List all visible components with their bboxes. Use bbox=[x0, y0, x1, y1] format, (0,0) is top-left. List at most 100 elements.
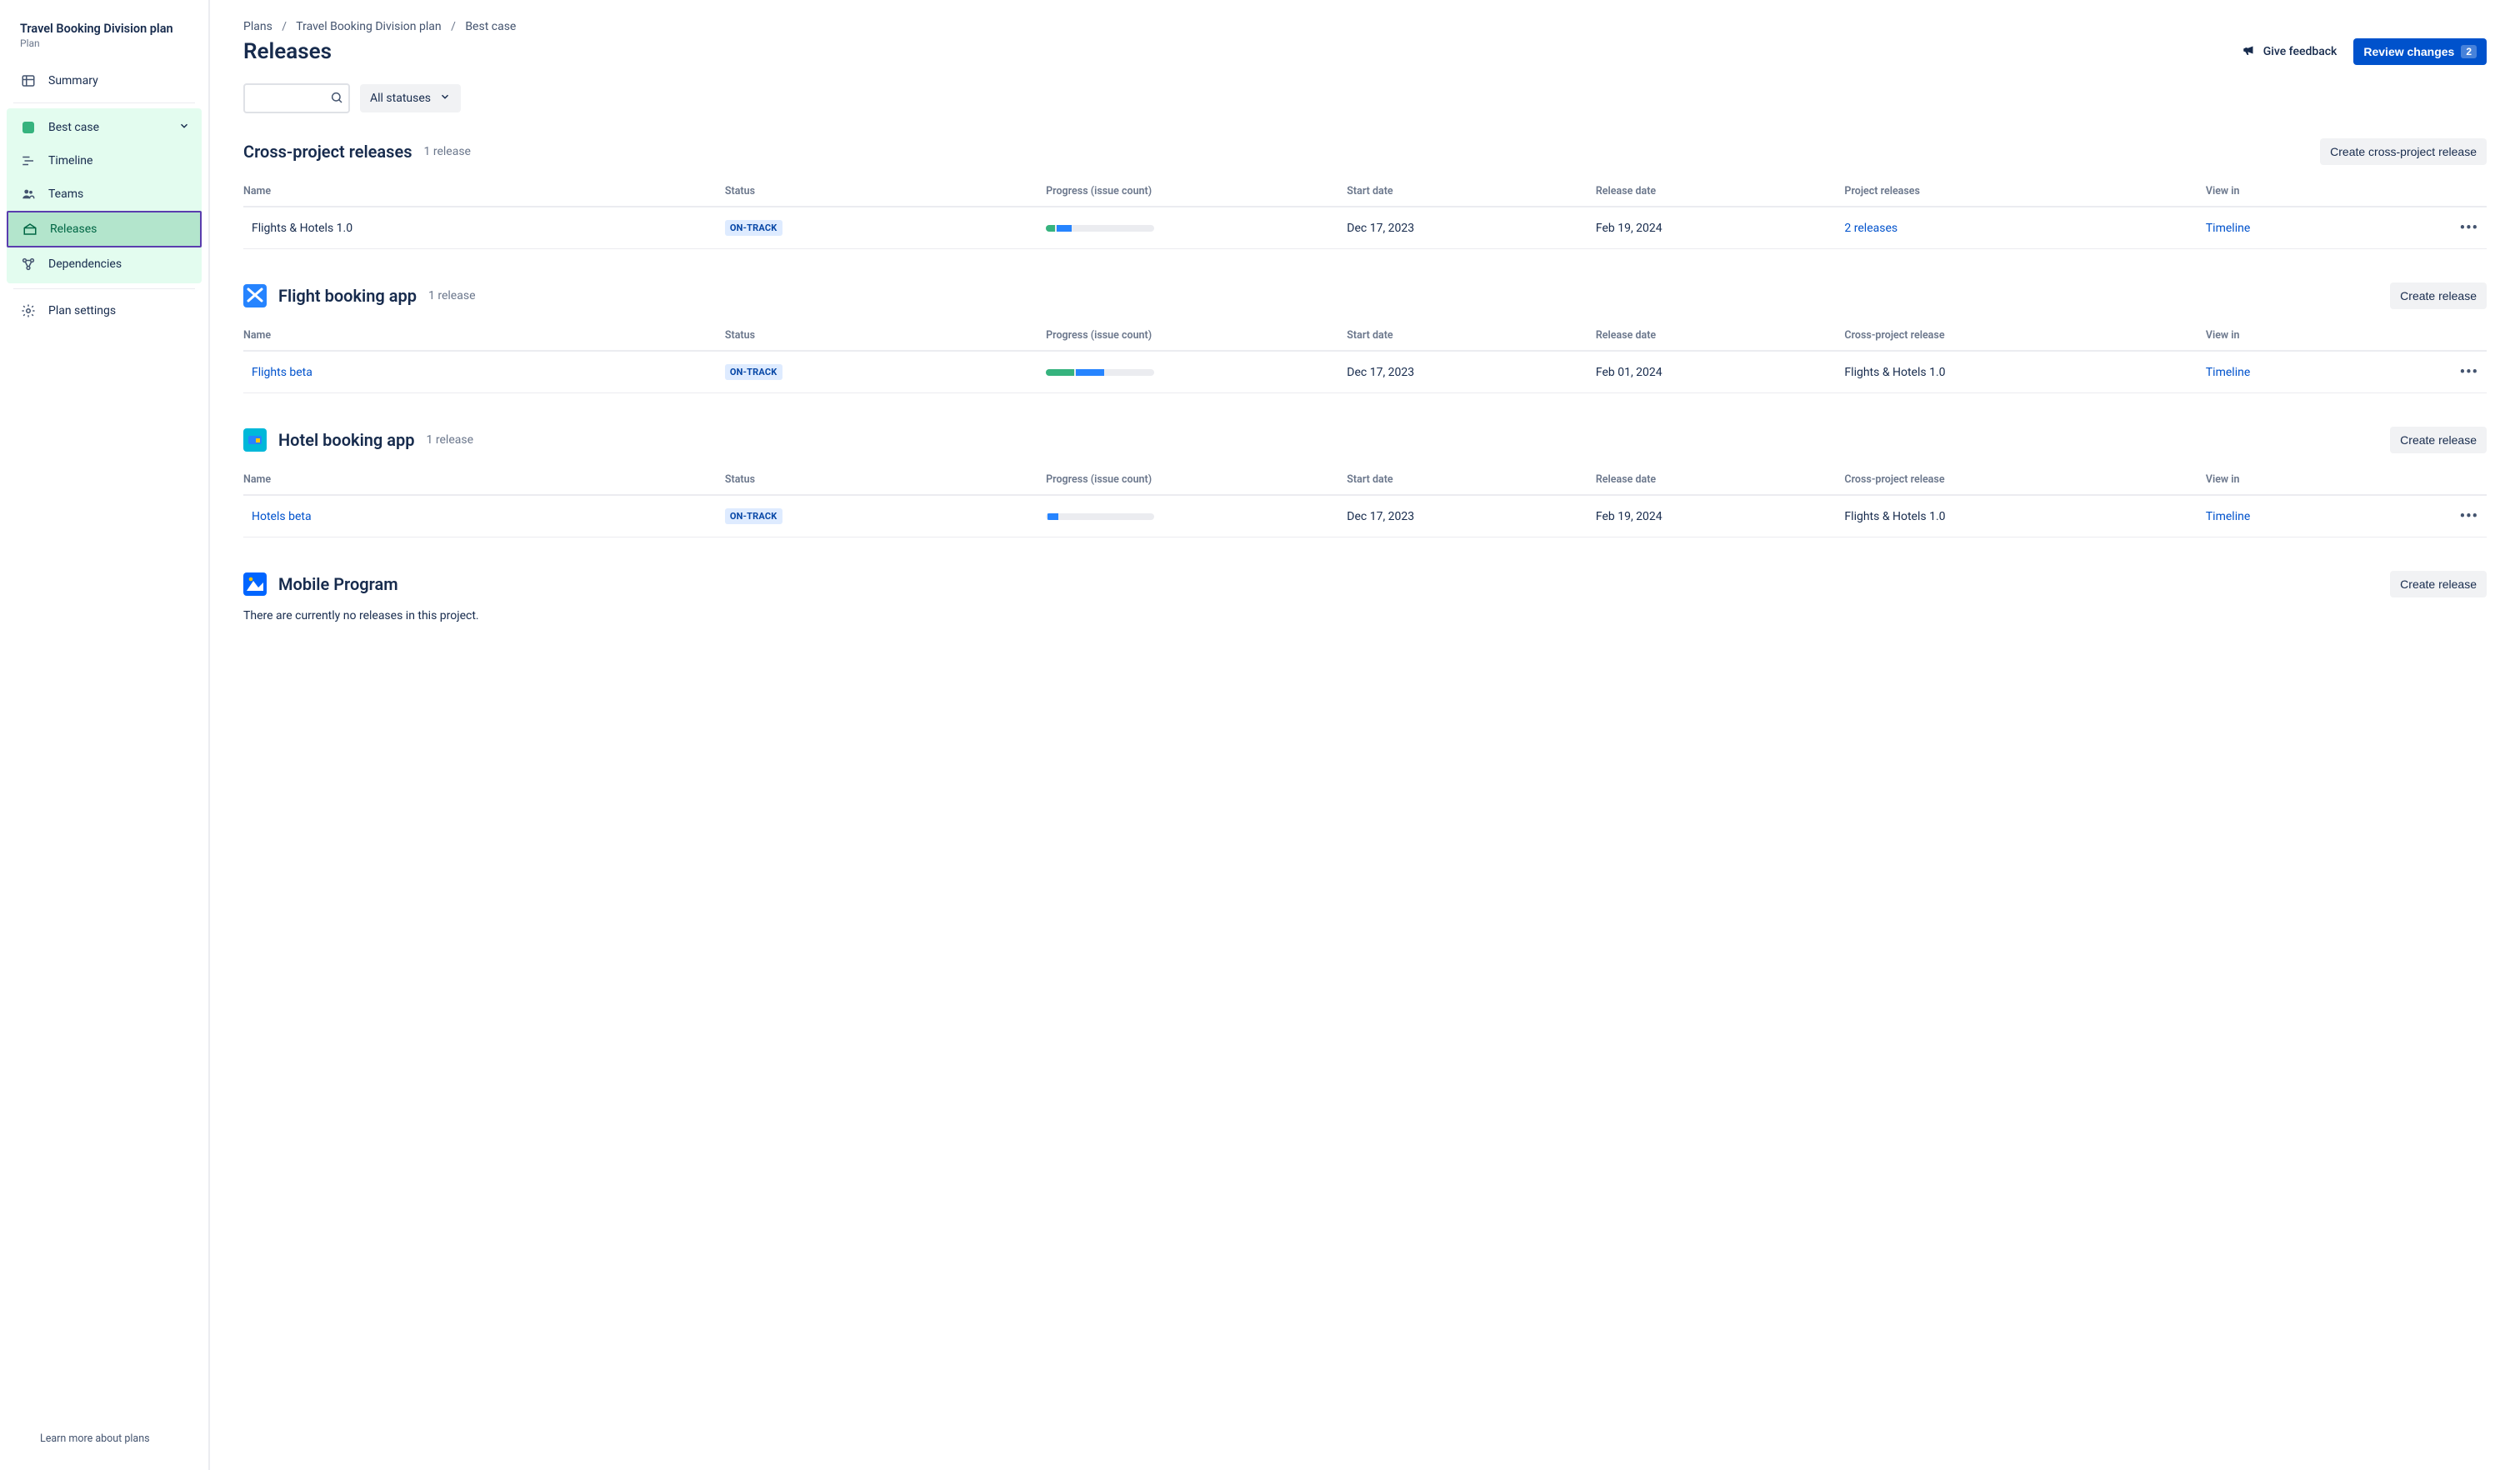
table-row: Hotels betaON-TRACKDec 17, 2023Feb 19, 2… bbox=[243, 495, 2487, 538]
cross-project-release-value: Flights & Hotels 1.0 bbox=[1844, 366, 1945, 379]
review-changes-button[interactable]: Review changes 2 bbox=[2353, 38, 2487, 65]
search-box bbox=[243, 83, 350, 113]
progress-inprogress bbox=[1048, 513, 1058, 520]
cell-progress bbox=[1046, 351, 1347, 393]
sidebar-item-dependencies[interactable]: Dependencies bbox=[7, 248, 202, 281]
nav-divider bbox=[13, 102, 195, 103]
sidebar-item-timeline[interactable]: Timeline bbox=[7, 144, 202, 178]
section-title: Cross-project releases bbox=[243, 142, 412, 162]
more-actions-button[interactable]: ••• bbox=[2460, 219, 2478, 237]
page-actions: Give feedback Review changes 2 bbox=[2242, 38, 2487, 65]
breadcrumb-item[interactable]: Plans bbox=[243, 20, 272, 33]
view-in-timeline-link[interactable]: Timeline bbox=[2206, 366, 2250, 379]
cell-name: Flights & Hotels 1.0 bbox=[243, 207, 725, 249]
view-in-timeline-link[interactable]: Timeline bbox=[2206, 222, 2250, 235]
breadcrumb: Plans / Travel Booking Division plan / B… bbox=[243, 20, 2487, 33]
table-row: Flights & Hotels 1.0ON-TRACKDec 17, 2023… bbox=[243, 207, 2487, 249]
status-filter-dropdown[interactable]: All statuses bbox=[360, 84, 461, 112]
plan-title: Travel Booking Division plan bbox=[20, 22, 188, 36]
create-release-button[interactable]: Create release bbox=[2390, 282, 2487, 309]
project-icon bbox=[243, 284, 267, 308]
cell-start-date: Dec 17, 2023 bbox=[1347, 351, 1596, 393]
cross-project-release-value: Flights & Hotels 1.0 bbox=[1844, 510, 1945, 523]
section-release-count: 1 release bbox=[424, 145, 471, 158]
page-title: Releases bbox=[243, 39, 332, 64]
column-header: Cross-project release bbox=[1844, 465, 2205, 495]
column-header: View in bbox=[2206, 321, 2407, 351]
column-header: Cross-project release bbox=[1844, 321, 2205, 351]
scenario-square-icon bbox=[20, 119, 37, 136]
more-actions-button[interactable]: ••• bbox=[2460, 508, 2478, 525]
cell-project: Flights & Hotels 1.0 bbox=[1844, 495, 2205, 538]
status-badge: ON-TRACK bbox=[725, 508, 782, 524]
column-header: Status bbox=[725, 321, 1046, 351]
learn-more-link[interactable]: Learn more about plans bbox=[40, 1432, 150, 1445]
page-header: Releases Give feedback Review changes 2 bbox=[243, 38, 2487, 65]
sidebar-item-teams[interactable]: Teams bbox=[7, 178, 202, 211]
create-release-button[interactable]: Create release bbox=[2390, 571, 2487, 598]
column-header: Progress (issue count) bbox=[1046, 177, 1347, 207]
cell-release-date: Feb 19, 2024 bbox=[1596, 495, 1845, 538]
section-title: Flight booking app bbox=[278, 286, 417, 306]
progress-done bbox=[1046, 369, 1074, 376]
sidebar-footer: Learn more about plans bbox=[7, 1422, 202, 1462]
release-section-hotel: Hotel booking app1 releaseCreate release… bbox=[243, 427, 2487, 538]
breadcrumb-item[interactable]: Travel Booking Division plan bbox=[296, 20, 441, 33]
gear-icon bbox=[20, 302, 37, 319]
sidebar: Travel Booking Division plan Plan Summar… bbox=[0, 0, 210, 1470]
nav-label: Teams bbox=[48, 188, 83, 201]
nav-label: Summary bbox=[48, 74, 98, 88]
cell-project: Flights & Hotels 1.0 bbox=[1844, 351, 2205, 393]
create-cross-project-release-button[interactable]: Create cross-project release bbox=[2320, 138, 2487, 165]
release-name-link[interactable]: Hotels beta bbox=[252, 510, 312, 523]
column-header: Release date bbox=[1596, 465, 1845, 495]
progress-inprogress bbox=[1057, 225, 1072, 232]
column-header: Name bbox=[243, 177, 725, 207]
review-count-badge: 2 bbox=[2461, 45, 2477, 58]
teams-icon bbox=[20, 186, 37, 202]
column-header: Name bbox=[243, 465, 725, 495]
cell-view-in: Timeline bbox=[2206, 207, 2407, 249]
cell-progress bbox=[1046, 207, 1347, 249]
dependencies-icon bbox=[20, 256, 37, 272]
section-release-count: 1 release bbox=[428, 289, 475, 302]
breadcrumb-separator: / bbox=[451, 20, 456, 33]
sidebar-nav: Summary Best case Timeline bbox=[7, 64, 202, 328]
give-feedback-button[interactable]: Give feedback bbox=[2242, 42, 2338, 61]
column-header bbox=[2407, 177, 2487, 207]
progress-done bbox=[1046, 225, 1054, 232]
timeline-icon bbox=[20, 152, 37, 169]
column-header bbox=[2407, 321, 2487, 351]
progress-inprogress bbox=[1076, 369, 1104, 376]
chevron-down-icon bbox=[439, 91, 451, 106]
dropdown-label: All statuses bbox=[370, 92, 431, 105]
release-section-mobile: Mobile ProgramCreate releaseThere are cu… bbox=[243, 571, 2487, 622]
breadcrumb-item[interactable]: Best case bbox=[465, 20, 516, 33]
more-actions-button[interactable]: ••• bbox=[2460, 363, 2478, 381]
sidebar-item-scenario[interactable]: Best case bbox=[7, 111, 202, 144]
cell-view-in: Timeline bbox=[2206, 351, 2407, 393]
cell-status: ON-TRACK bbox=[725, 351, 1046, 393]
progress-bar bbox=[1046, 513, 1154, 520]
column-header: Progress (issue count) bbox=[1046, 321, 1347, 351]
cell-start-date: Dec 17, 2023 bbox=[1347, 207, 1596, 249]
cell-actions: ••• bbox=[2407, 495, 2487, 538]
release-name-link[interactable]: Flights beta bbox=[252, 366, 312, 379]
section-header-left: Flight booking app 1 release bbox=[243, 284, 476, 308]
sidebar-item-plan-settings[interactable]: Plan settings bbox=[7, 294, 202, 328]
column-header: Release date bbox=[1596, 321, 1845, 351]
empty-state-message: There are currently no releases in this … bbox=[243, 609, 2487, 622]
view-in-timeline-link[interactable]: Timeline bbox=[2206, 510, 2250, 523]
create-release-button[interactable]: Create release bbox=[2390, 427, 2487, 453]
cell-status: ON-TRACK bbox=[725, 495, 1046, 538]
sidebar-item-releases[interactable]: Releases bbox=[7, 211, 202, 248]
project-icon bbox=[243, 572, 267, 596]
sidebar-scenario-group: Best case Timeline Teams bbox=[7, 108, 202, 283]
release-table: NameStatusProgress (issue count)Start da… bbox=[243, 177, 2487, 249]
progress-bar bbox=[1046, 225, 1154, 232]
sidebar-item-summary[interactable]: Summary bbox=[7, 64, 202, 98]
cell-actions: ••• bbox=[2407, 351, 2487, 393]
cell-project: 2 releases bbox=[1844, 207, 2205, 249]
project-releases-link[interactable]: 2 releases bbox=[1844, 222, 1898, 235]
summary-icon bbox=[20, 72, 37, 89]
